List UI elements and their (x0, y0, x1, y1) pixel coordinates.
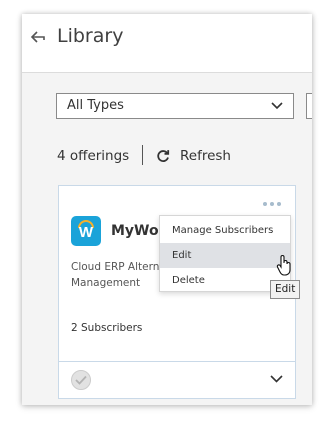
expand-chevron-icon[interactable] (270, 375, 283, 383)
offering-description-line-2: Management (71, 277, 141, 289)
checkmark-icon[interactable] (71, 370, 91, 390)
chevron-down-icon (271, 102, 283, 110)
offerings-count: 4 offerings (57, 148, 130, 164)
menu-item-manage-subscribers[interactable]: Manage Subscribers (160, 218, 290, 243)
more-options-icon[interactable] (263, 202, 281, 206)
offering-description: Cloud ERP Alternat Management (71, 259, 159, 291)
app-icon-letter: W (78, 224, 94, 241)
card-footer (59, 361, 295, 398)
refresh-button[interactable]: Refresh (156, 148, 231, 164)
secondary-filter-select[interactable] (306, 93, 312, 119)
workday-app-icon: W (71, 216, 101, 246)
header: Library (22, 14, 312, 73)
hand-cursor-icon (276, 255, 291, 276)
toolbar-divider (142, 145, 143, 165)
page-title: Library (57, 25, 124, 47)
menu-item-edit[interactable]: Edit (160, 243, 290, 268)
back-arrow-icon[interactable] (30, 30, 46, 44)
refresh-label: Refresh (180, 148, 231, 164)
offering-name: MyWor (111, 223, 159, 239)
type-filter-select[interactable]: All Types (56, 93, 294, 119)
subscribers-count: 2 Subscribers (71, 322, 143, 334)
refresh-icon (157, 150, 170, 162)
edit-tooltip: Edit (270, 280, 301, 299)
type-filter-value: All Types (67, 98, 124, 113)
offering-description-line-1: Cloud ERP Alternat (71, 261, 159, 273)
library-panel: Library All Types 4 offerings Refresh W … (22, 14, 312, 405)
